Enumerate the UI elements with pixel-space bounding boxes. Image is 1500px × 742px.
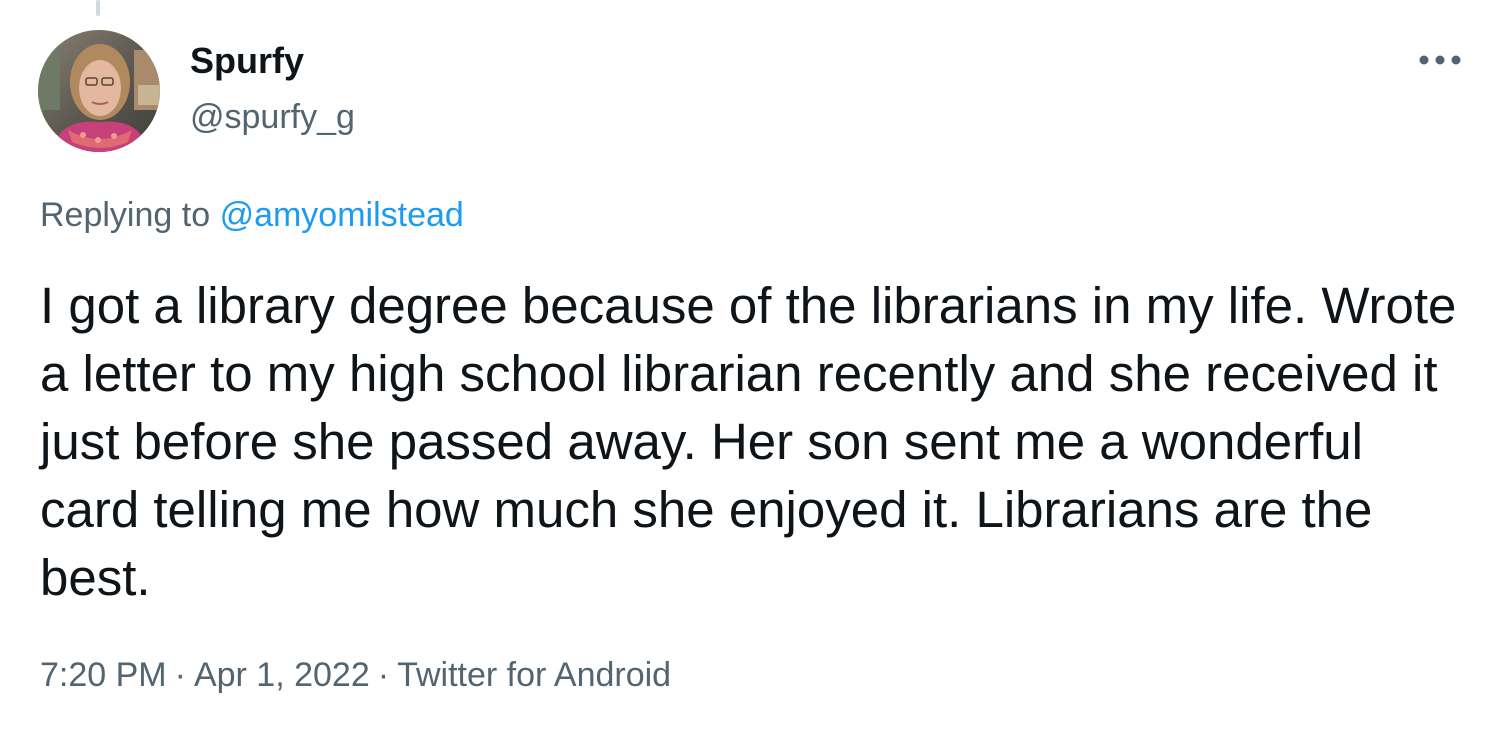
tweet-source[interactable]: Twitter for Android — [397, 656, 671, 694]
user-handle[interactable]: @spurfy_g — [190, 98, 355, 137]
replying-to: Replying to @amyomilstead — [40, 196, 464, 235]
more-horizontal-icon — [1419, 55, 1461, 65]
tweet-date[interactable]: Apr 1, 2022 — [194, 656, 370, 694]
replying-to-label: Replying to — [40, 196, 211, 234]
avatar[interactable] — [38, 30, 160, 152]
more-options-button[interactable] — [1414, 42, 1466, 78]
reply-mention-link[interactable]: @amyomilstead — [220, 196, 464, 234]
tweet-metadata: 7:20 PM · Apr 1, 2022 · Twitter for Android — [40, 656, 671, 695]
meta-separator: · — [377, 656, 390, 694]
display-name[interactable]: Spurfy — [190, 40, 304, 82]
tweet-time[interactable]: 7:20 PM — [40, 656, 167, 694]
thread-connector-line — [96, 0, 100, 16]
tweet-text: I got a library degree because of the li… — [40, 277, 1457, 606]
meta-separator: · — [174, 656, 186, 694]
profile-photo-icon — [38, 30, 160, 152]
